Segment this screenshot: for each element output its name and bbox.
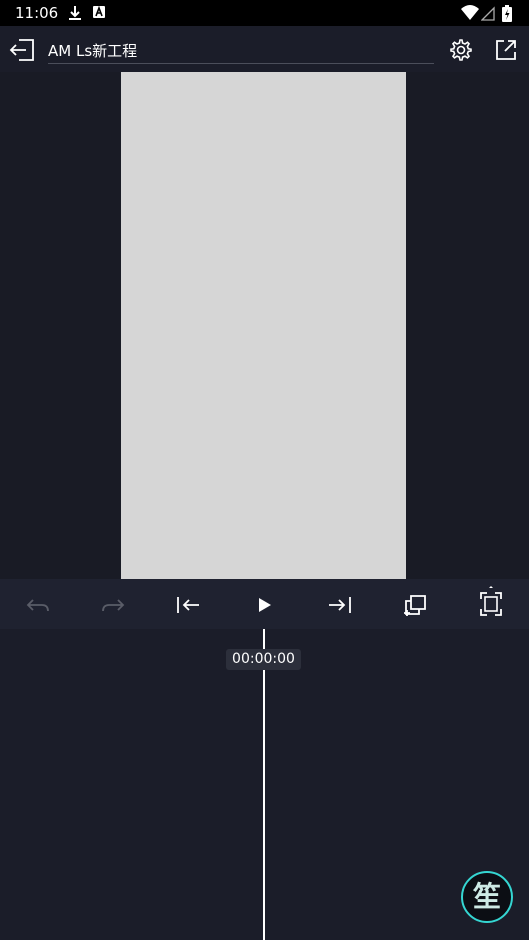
video-canvas[interactable]	[121, 72, 406, 579]
export-icon[interactable]	[494, 38, 518, 62]
undo-icon[interactable]	[25, 592, 51, 618]
skip-to-end-icon[interactable]	[327, 592, 353, 618]
timeline[interactable]: 00:00:00	[0, 629, 529, 940]
status-time: 11:06	[15, 4, 59, 22]
redo-icon[interactable]	[100, 592, 126, 618]
timecode-label: 00:00:00	[226, 649, 301, 670]
status-bar: 11:06	[0, 0, 529, 26]
project-title-field[interactable]: AM Ls新工程	[48, 36, 434, 64]
exit-back-icon[interactable]	[8, 37, 36, 63]
copy-add-icon[interactable]	[402, 592, 428, 618]
wifi-icon	[461, 5, 479, 20]
signal-icon	[481, 6, 495, 21]
skip-to-start-icon[interactable]	[175, 592, 201, 618]
download-icon	[69, 6, 81, 20]
project-title: AM Ls新工程	[48, 42, 138, 60]
a-badge-icon	[93, 5, 105, 18]
app-bar: AM Ls新工程	[0, 26, 529, 72]
floating-assistant-button[interactable]: 笙	[461, 871, 513, 923]
playhead-line[interactable]	[263, 629, 265, 940]
playback-controls	[0, 579, 529, 629]
gear-icon[interactable]	[449, 38, 473, 62]
battery-icon	[502, 5, 512, 22]
fullscreen-icon[interactable]	[478, 585, 504, 619]
play-icon[interactable]	[251, 592, 277, 618]
fab-glyph: 笙	[472, 880, 501, 913]
preview-area	[0, 72, 529, 579]
